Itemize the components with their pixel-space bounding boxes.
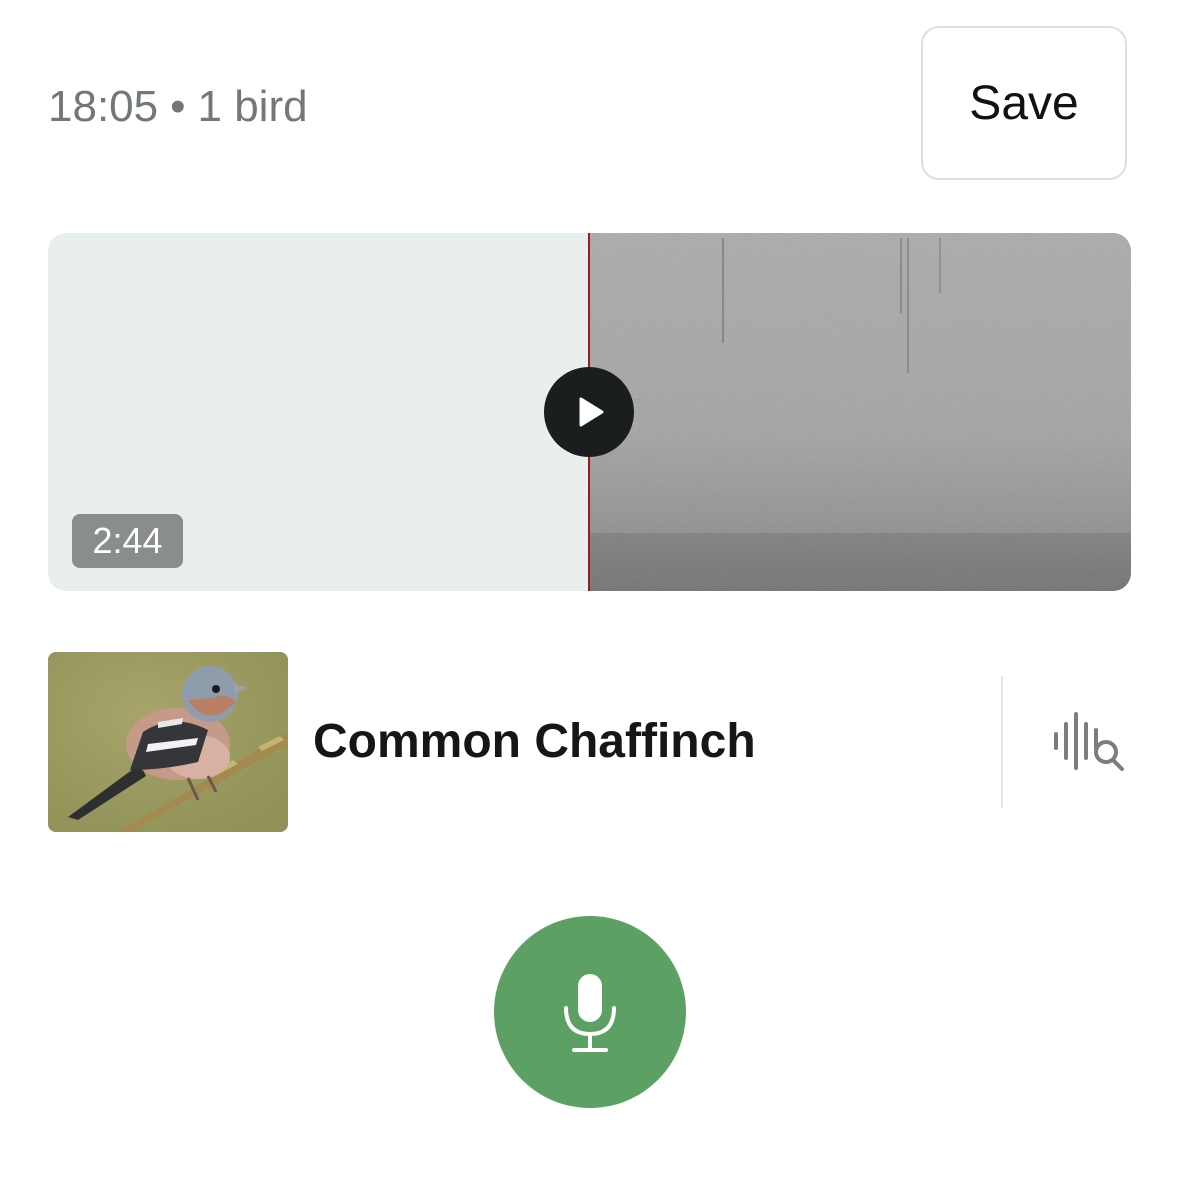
analyze-sound-button[interactable] [1048, 706, 1132, 778]
spectrogram [588, 233, 1131, 591]
bird-count: 1 bird [197, 82, 308, 131]
recording-meta: 18:05 • 1 bird [48, 80, 308, 134]
play-icon [579, 397, 604, 427]
microphone-icon [564, 974, 616, 1052]
record-button[interactable] [494, 916, 686, 1108]
species-result-row[interactable]: Common Chaffinch [48, 652, 1131, 832]
recording-time: 18:05 [48, 82, 159, 131]
play-button[interactable] [544, 367, 634, 457]
species-name[interactable]: Common Chaffinch [313, 714, 756, 770]
save-button[interactable]: Save [921, 26, 1127, 180]
recording-screen: 18:05 • 1 bird Save 2:44 Common Chaffinc… [0, 0, 1179, 1194]
waveform-search-icon [1054, 712, 1124, 771]
duration-badge: 2:44 [72, 514, 183, 568]
spectrogram-player[interactable]: 2:44 [48, 233, 1131, 591]
bird-photo [48, 652, 288, 832]
row-divider [1001, 676, 1003, 808]
bird-thumbnail[interactable] [48, 652, 288, 832]
meta-separator: • [170, 82, 186, 131]
